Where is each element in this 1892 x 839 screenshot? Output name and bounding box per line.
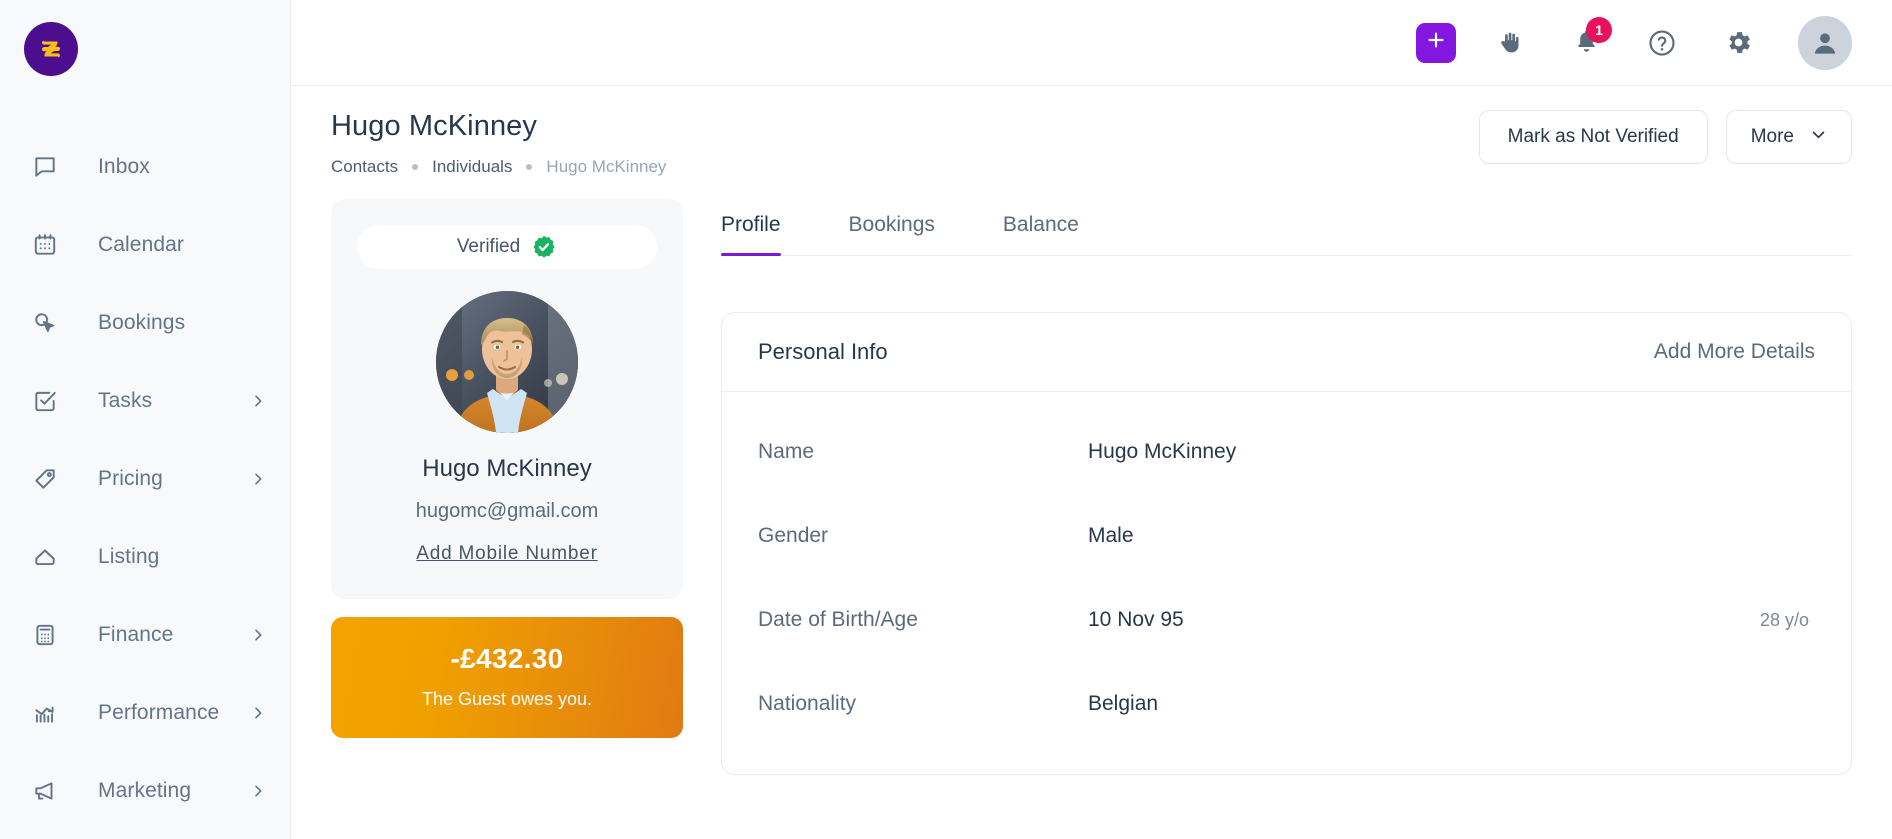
add-mobile-number-link[interactable]: Add Mobile Number (416, 543, 598, 565)
sidebar-item-label: Bookings (98, 311, 186, 334)
info-value: Hugo McKinney (1088, 440, 1237, 463)
gear-icon[interactable] (1716, 21, 1760, 65)
app-root: Inbox Calendar Bookings Tasks Pricing Li… (0, 0, 1892, 839)
sidebar-item-calendar[interactable]: Calendar (0, 206, 290, 284)
personal-info-panel: Personal Info Add More Details Name Hugo… (721, 312, 1852, 775)
plus-icon (1425, 29, 1447, 56)
page-header-left: Hugo McKinney Contacts Individuals Hugo … (331, 110, 666, 177)
avatar (436, 291, 578, 433)
personal-info-title: Personal Info (758, 339, 888, 364)
sidebar-item-marketing[interactable]: Marketing (0, 752, 290, 830)
personal-info-rows: Name Hugo McKinney Gender Male Date of B… (722, 392, 1851, 774)
user-avatar-icon[interactable] (1798, 15, 1852, 70)
topbar: 1 (291, 0, 1892, 86)
chevron-right-icon (250, 783, 266, 799)
info-row-name: Name Hugo McKinney (758, 410, 1815, 494)
zeevou-z-logo-icon[interactable] (24, 22, 78, 76)
page-title: Hugo McKinney (331, 110, 538, 142)
info-row-nationality: Nationality Belgian (758, 662, 1815, 746)
info-extra-age: 28 y/o (1759, 609, 1809, 630)
sidebar-nav: Inbox Calendar Bookings Tasks Pricing Li… (0, 128, 290, 830)
chevron-down-icon (1810, 126, 1827, 149)
hand-icon[interactable] (1488, 21, 1532, 65)
sidebar-item-listing[interactable]: Listing (0, 518, 290, 596)
sidebar-item-performance[interactable]: Performance (0, 674, 290, 752)
info-value: Male (1088, 524, 1134, 547)
price-tag-icon (30, 464, 60, 494)
chevron-right-icon (250, 627, 266, 643)
left-column: Verified Hugo McKinney hugomc@gmail.com … (331, 199, 683, 775)
info-label: Nationality (758, 692, 857, 715)
info-label: Name (758, 440, 815, 463)
breadcrumb-separator-icon (412, 164, 419, 170)
checkbox-icon (30, 386, 60, 416)
right-column: Profile Bookings Balance Personal Info A… (721, 199, 1852, 775)
sidebar-item-label: Listing (98, 545, 160, 568)
notifications-button[interactable]: 1 (1564, 16, 1612, 65)
page-header: Hugo McKinney Contacts Individuals Hugo … (291, 86, 1892, 177)
info-label: Gender (758, 524, 829, 547)
breadcrumb-separator-icon (526, 164, 533, 170)
breadcrumb-item-current: Hugo McKinney (546, 157, 667, 176)
sidebar-item-inbox[interactable]: Inbox (0, 128, 290, 206)
topbar-actions: 1 (1416, 15, 1852, 70)
more-button-label: More (1750, 126, 1794, 147)
sidebar-item-label: Tasks (98, 389, 153, 412)
profile-email: hugomc@gmail.com (415, 500, 599, 522)
cursor-click-icon (30, 308, 60, 338)
balance-card: -£432.30 The Guest owes you. (331, 617, 683, 738)
page-header-actions: Mark as Not Verified More (1478, 110, 1852, 164)
info-row-gender: Gender Male (758, 494, 1815, 578)
verified-label: Verified (456, 236, 521, 257)
balance-note: The Guest owes you. (421, 689, 593, 709)
verified-check-badge-icon (531, 234, 557, 260)
sidebar-item-pricing[interactable]: Pricing (0, 440, 290, 518)
chevron-right-icon (250, 471, 266, 487)
add-more-details-link[interactable]: Add More Details (1654, 340, 1815, 364)
sidebar-item-finance[interactable]: Finance (0, 596, 290, 674)
sidebar: Inbox Calendar Bookings Tasks Pricing Li… (0, 0, 291, 839)
megaphone-icon (30, 776, 60, 806)
tab-balance[interactable]: Balance (969, 199, 1113, 255)
profile-summary-card: Verified Hugo McKinney hugomc@gmail.com … (331, 199, 683, 599)
tab-profile[interactable]: Profile (721, 199, 815, 256)
brand-logo-wrapper[interactable] (0, 0, 290, 76)
main-content: 1 Hugo McKinney Contacts Individuals Hug… (291, 0, 1892, 839)
chevron-right-icon (250, 705, 266, 721)
breadcrumb-item-contacts[interactable]: Contacts (331, 157, 398, 177)
sidebar-item-tasks[interactable]: Tasks (0, 362, 290, 440)
calendar-icon (30, 230, 60, 260)
add-new-button[interactable] (1416, 22, 1456, 63)
content-area: Verified Hugo McKinney hugomc@gmail.com … (291, 177, 1892, 775)
sidebar-item-bookings[interactable]: Bookings (0, 284, 290, 362)
personal-info-panel-header: Personal Info Add More Details (722, 313, 1851, 392)
profile-name: Hugo McKinney (422, 455, 592, 482)
verified-status-pill: Verified (357, 225, 657, 269)
info-row-date-of-birth: Date of Birth/Age 10 Nov 95 28 y/o (758, 578, 1815, 662)
sidebar-item-label: Marketing (98, 779, 192, 802)
chevron-right-icon (250, 393, 266, 409)
question-mark-circle-icon[interactable] (1640, 21, 1684, 65)
sidebar-item-label: Calendar (98, 233, 185, 256)
sidebar-item-label: Performance (98, 701, 220, 724)
more-button[interactable]: More (1725, 110, 1852, 164)
notification-count-badge: 1 (1586, 16, 1612, 43)
sidebar-item-label: Finance (98, 623, 174, 646)
sidebar-item-label: Inbox (98, 155, 150, 178)
breadcrumb: Contacts Individuals Hugo McKinney (331, 157, 666, 177)
mark-as-not-verified-button[interactable]: Mark as Not Verified (1478, 110, 1708, 164)
info-value: 10 Nov 95 (1088, 608, 1184, 631)
info-label: Date of Birth/Age (758, 608, 918, 631)
sidebar-item-label: Pricing (98, 467, 163, 490)
calculator-icon (30, 620, 60, 650)
profile-tabs: Profile Bookings Balance (721, 199, 1852, 256)
tab-bookings[interactable]: Bookings (815, 199, 969, 255)
chart-growth-icon (30, 698, 60, 728)
info-value: Belgian (1088, 692, 1159, 715)
balance-amount: -£432.30 (450, 643, 564, 674)
breadcrumb-item-individuals[interactable]: Individuals (432, 157, 512, 177)
house-icon (30, 542, 60, 572)
chat-bubble-icon (30, 152, 60, 182)
